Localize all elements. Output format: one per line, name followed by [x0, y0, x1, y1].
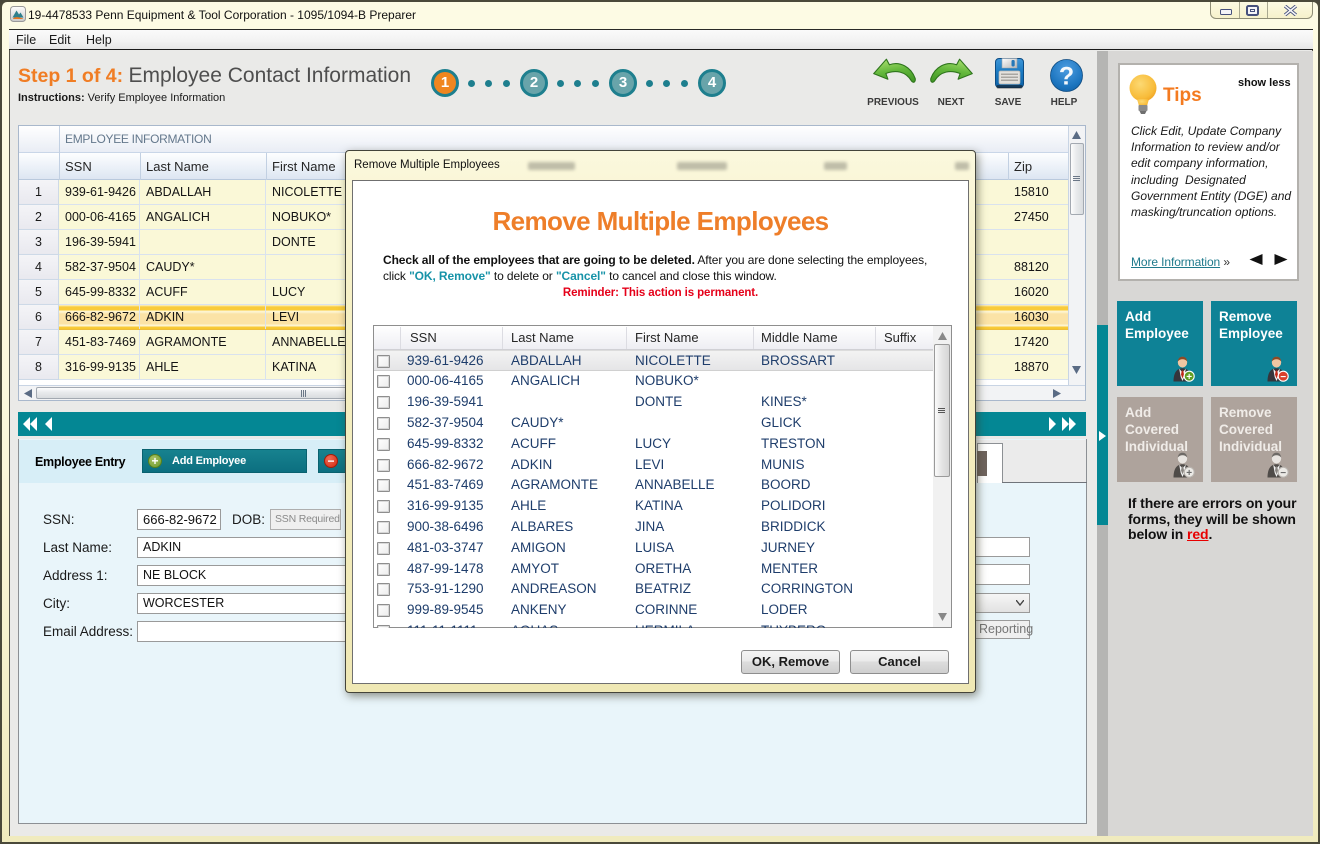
svg-text:−: − — [1280, 468, 1286, 478]
svg-text:?: ? — [1059, 63, 1074, 91]
svg-text:+: + — [1186, 468, 1192, 478]
svg-text:+: + — [1186, 372, 1192, 382]
svg-text:−: − — [1280, 372, 1286, 382]
